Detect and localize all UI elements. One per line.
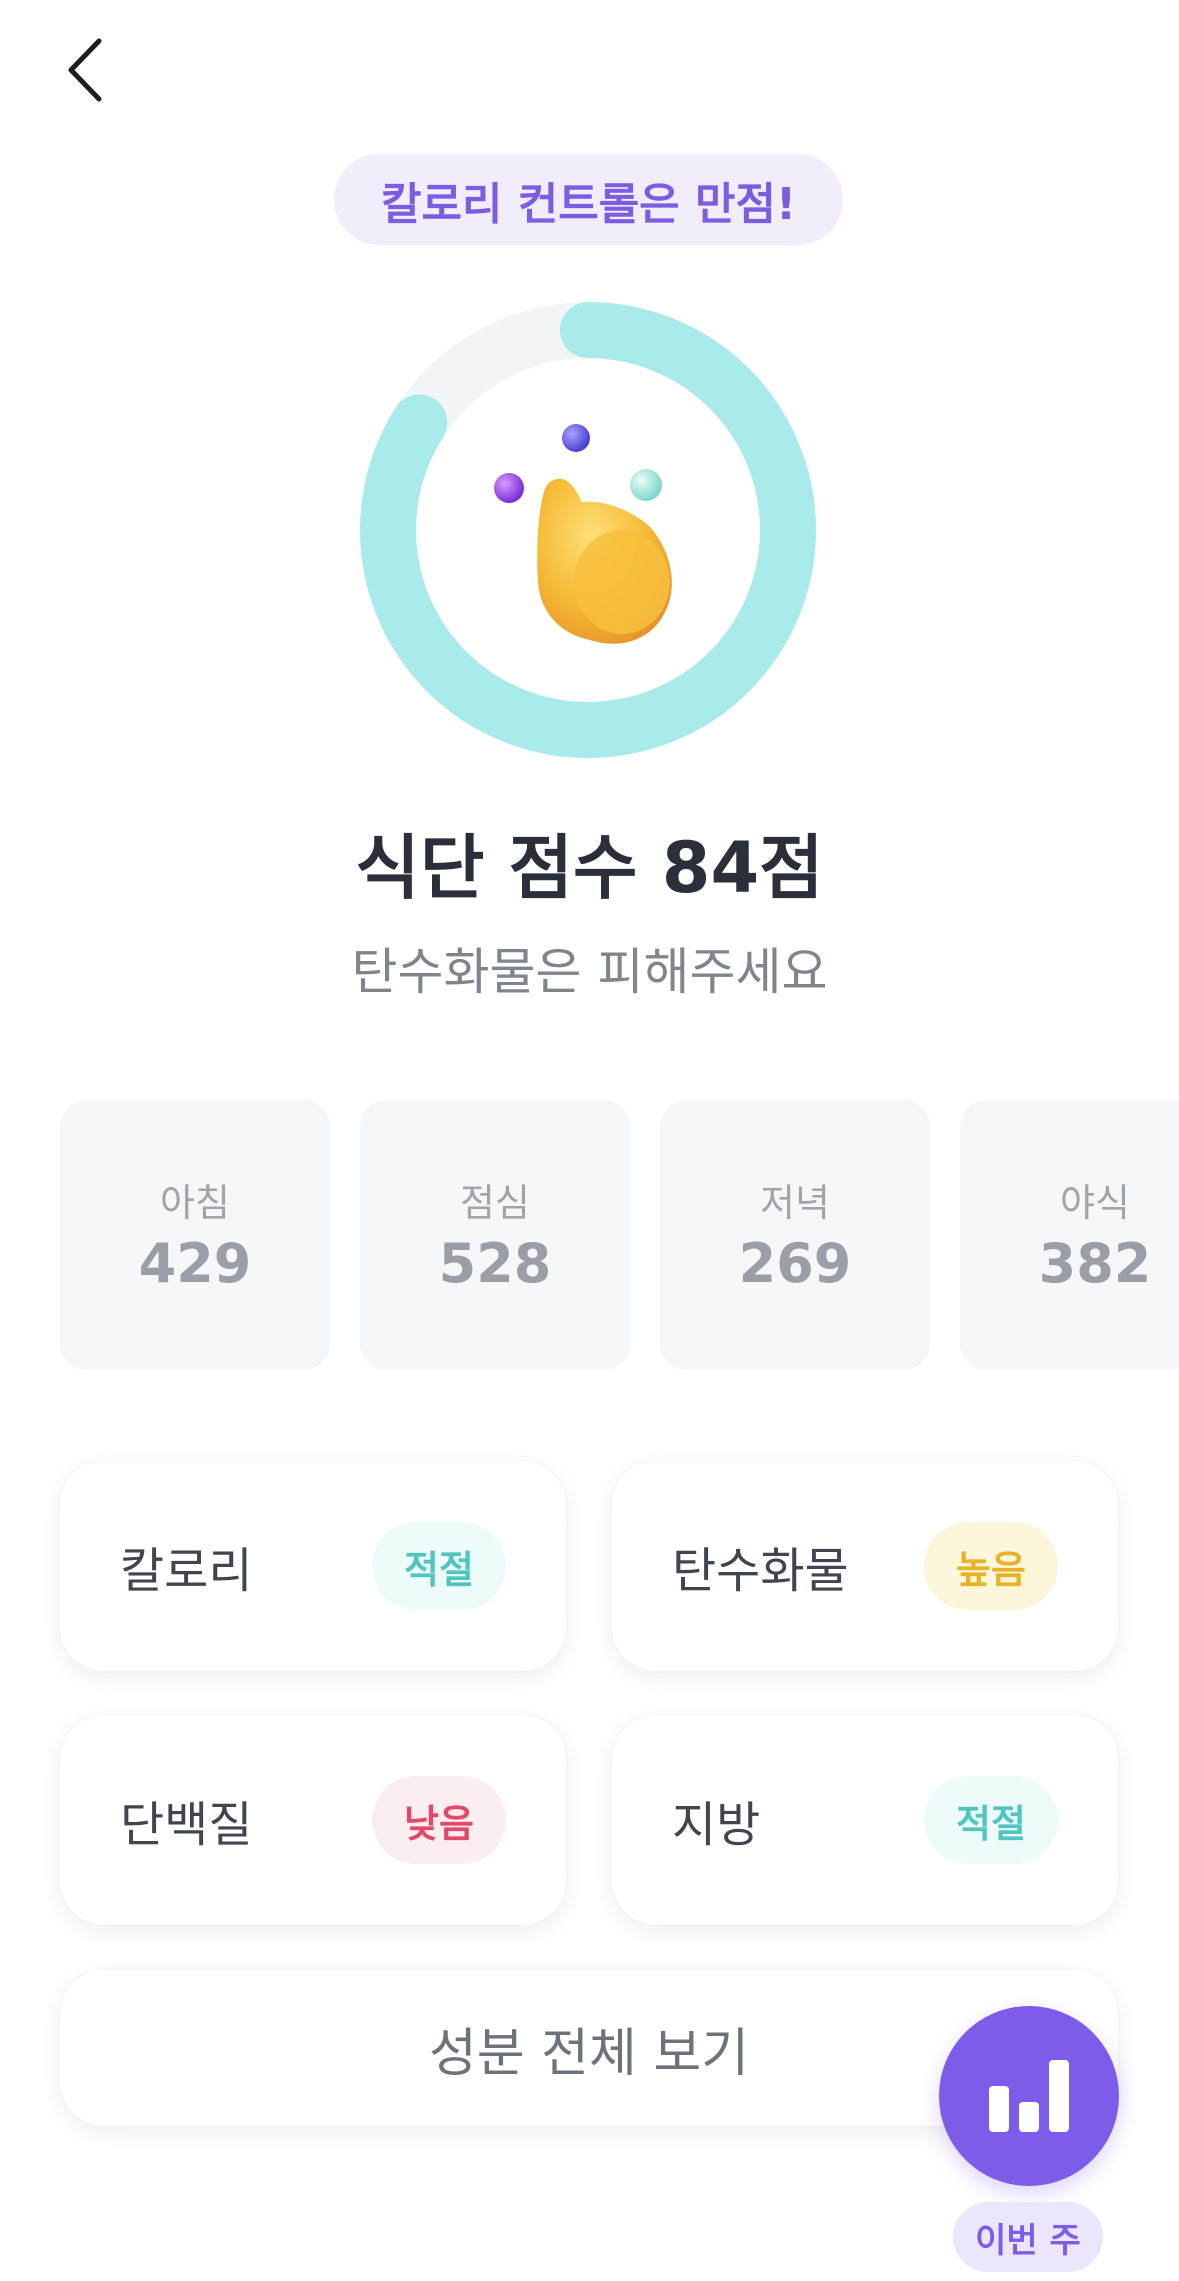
- status-badge: 높음: [924, 1522, 1058, 1610]
- meal-card-breakfast[interactable]: 아침 429: [60, 1100, 330, 1370]
- meal-label: 아침: [160, 1181, 230, 1225]
- status-badge: 낮음: [372, 1776, 506, 1864]
- nutrient-label: 지방: [672, 1797, 761, 1853]
- nutrient-label: 탄수화물: [672, 1543, 849, 1599]
- score-ring: [360, 302, 816, 758]
- score-title: 식단 점수 84점: [355, 827, 824, 909]
- meal-label: 야식: [1060, 1181, 1130, 1225]
- nutrient-card-fat[interactable]: 지방 적절: [612, 1715, 1118, 1925]
- meal-calories-row[interactable]: 아침 429 점심 528 저녁 269 야식 382: [60, 1100, 1179, 1370]
- back-button[interactable]: [50, 30, 120, 110]
- weekly-chart-button[interactable]: [939, 2006, 1119, 2186]
- nutrient-label: 단백질: [120, 1797, 253, 1853]
- chevron-left-icon: [68, 38, 102, 102]
- mascot-icon: [494, 424, 672, 644]
- bar-chart-icon: [989, 2060, 1069, 2132]
- status-badge: 적절: [372, 1522, 506, 1610]
- this-week-label[interactable]: 이번 주: [953, 2202, 1103, 2272]
- meal-label: 점심: [460, 1181, 530, 1225]
- status-badge: 적절: [924, 1776, 1058, 1864]
- meal-value: 429: [138, 1232, 252, 1295]
- praise-pill: 칼로리 컨트롤은 만점!: [334, 154, 843, 245]
- meal-card-late-snack[interactable]: 야식 382: [960, 1100, 1179, 1370]
- meal-label: 저녁: [760, 1181, 830, 1225]
- meal-card-dinner[interactable]: 저녁 269: [660, 1100, 930, 1370]
- meal-card-lunch[interactable]: 점심 528: [360, 1100, 630, 1370]
- nutrient-card-carbohydrate[interactable]: 탄수화물 높음: [612, 1461, 1118, 1671]
- nutrient-label: 칼로리: [120, 1543, 253, 1599]
- meal-value: 382: [1038, 1232, 1152, 1295]
- meal-value: 528: [438, 1232, 552, 1295]
- nutrient-card-protein[interactable]: 단백질 낮음: [60, 1715, 566, 1925]
- meal-value: 269: [738, 1232, 852, 1295]
- nutrient-card-calories[interactable]: 칼로리 적절: [60, 1461, 566, 1671]
- score-subtitle: 탄수화물은 피해주세요: [351, 943, 828, 1001]
